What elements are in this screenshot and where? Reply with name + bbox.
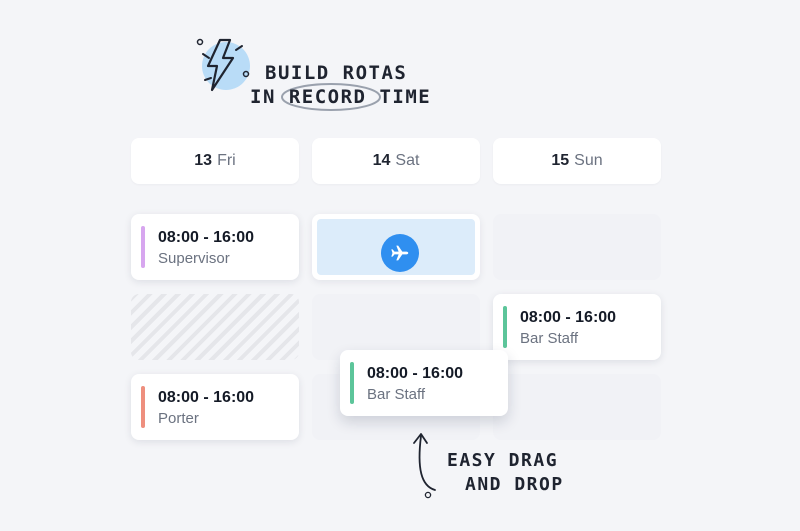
shift-time: 08:00 - 16:00 (158, 229, 255, 246)
shift-color-bar (141, 226, 145, 268)
day-number: 15 (551, 152, 570, 169)
shift-role: Bar Staff (520, 330, 579, 347)
day-header-sun[interactable]: 15 Sun (493, 138, 661, 184)
shift-role: Porter (158, 410, 199, 427)
small-circle-doodle-icon (424, 486, 432, 504)
promo-line2-circled: RECORD (288, 86, 367, 108)
airplane-icon[interactable] (381, 234, 419, 272)
hint-line2: AND DROP (465, 474, 564, 495)
shift-color-bar (141, 386, 145, 428)
leave-block (317, 219, 475, 275)
shift-card-sun-bar-staff[interactable]: 08:00 - 16:00 Bar Staff (493, 294, 661, 360)
promo-line2-prefix: IN (250, 86, 276, 108)
shift-card-fri-supervisor[interactable]: 08:00 - 16:00 Supervisor (131, 214, 299, 280)
dragging-shift-card[interactable]: 08:00 - 16:00 Bar Staff (340, 350, 508, 416)
day-of-week: Sat (395, 152, 420, 169)
day-of-week: Fri (217, 152, 236, 169)
hint-line1: EASY DRAG (447, 450, 559, 471)
promo-line2-suffix: TIME (379, 86, 432, 108)
day-number: 14 (372, 152, 391, 169)
shift-time: 08:00 - 16:00 (367, 365, 464, 382)
shift-color-bar (503, 306, 507, 348)
shift-card-fri-porter[interactable]: 08:00 - 16:00 Porter (131, 374, 299, 440)
day-header-fri[interactable]: 13 Fri (131, 138, 299, 184)
shift-time: 08:00 - 16:00 (158, 389, 255, 406)
day-number: 13 (194, 152, 213, 169)
empty-slot-sun-row3[interactable] (493, 374, 661, 440)
promo-headline-line2: IN RECORD TIME (250, 83, 432, 111)
shift-role: Bar Staff (367, 386, 426, 403)
unavailable-slot-fri (131, 294, 299, 360)
day-of-week: Sun (574, 152, 603, 169)
shift-color-bar (350, 362, 354, 404)
shift-time: 08:00 - 16:00 (520, 309, 617, 326)
empty-slot-sun-row1[interactable] (493, 214, 661, 280)
day-header-sat[interactable]: 14 Sat (312, 138, 480, 184)
leave-cell-sat[interactable] (312, 214, 480, 280)
promo-circled-word: RECORD (280, 83, 381, 111)
shift-role: Supervisor (158, 250, 230, 267)
